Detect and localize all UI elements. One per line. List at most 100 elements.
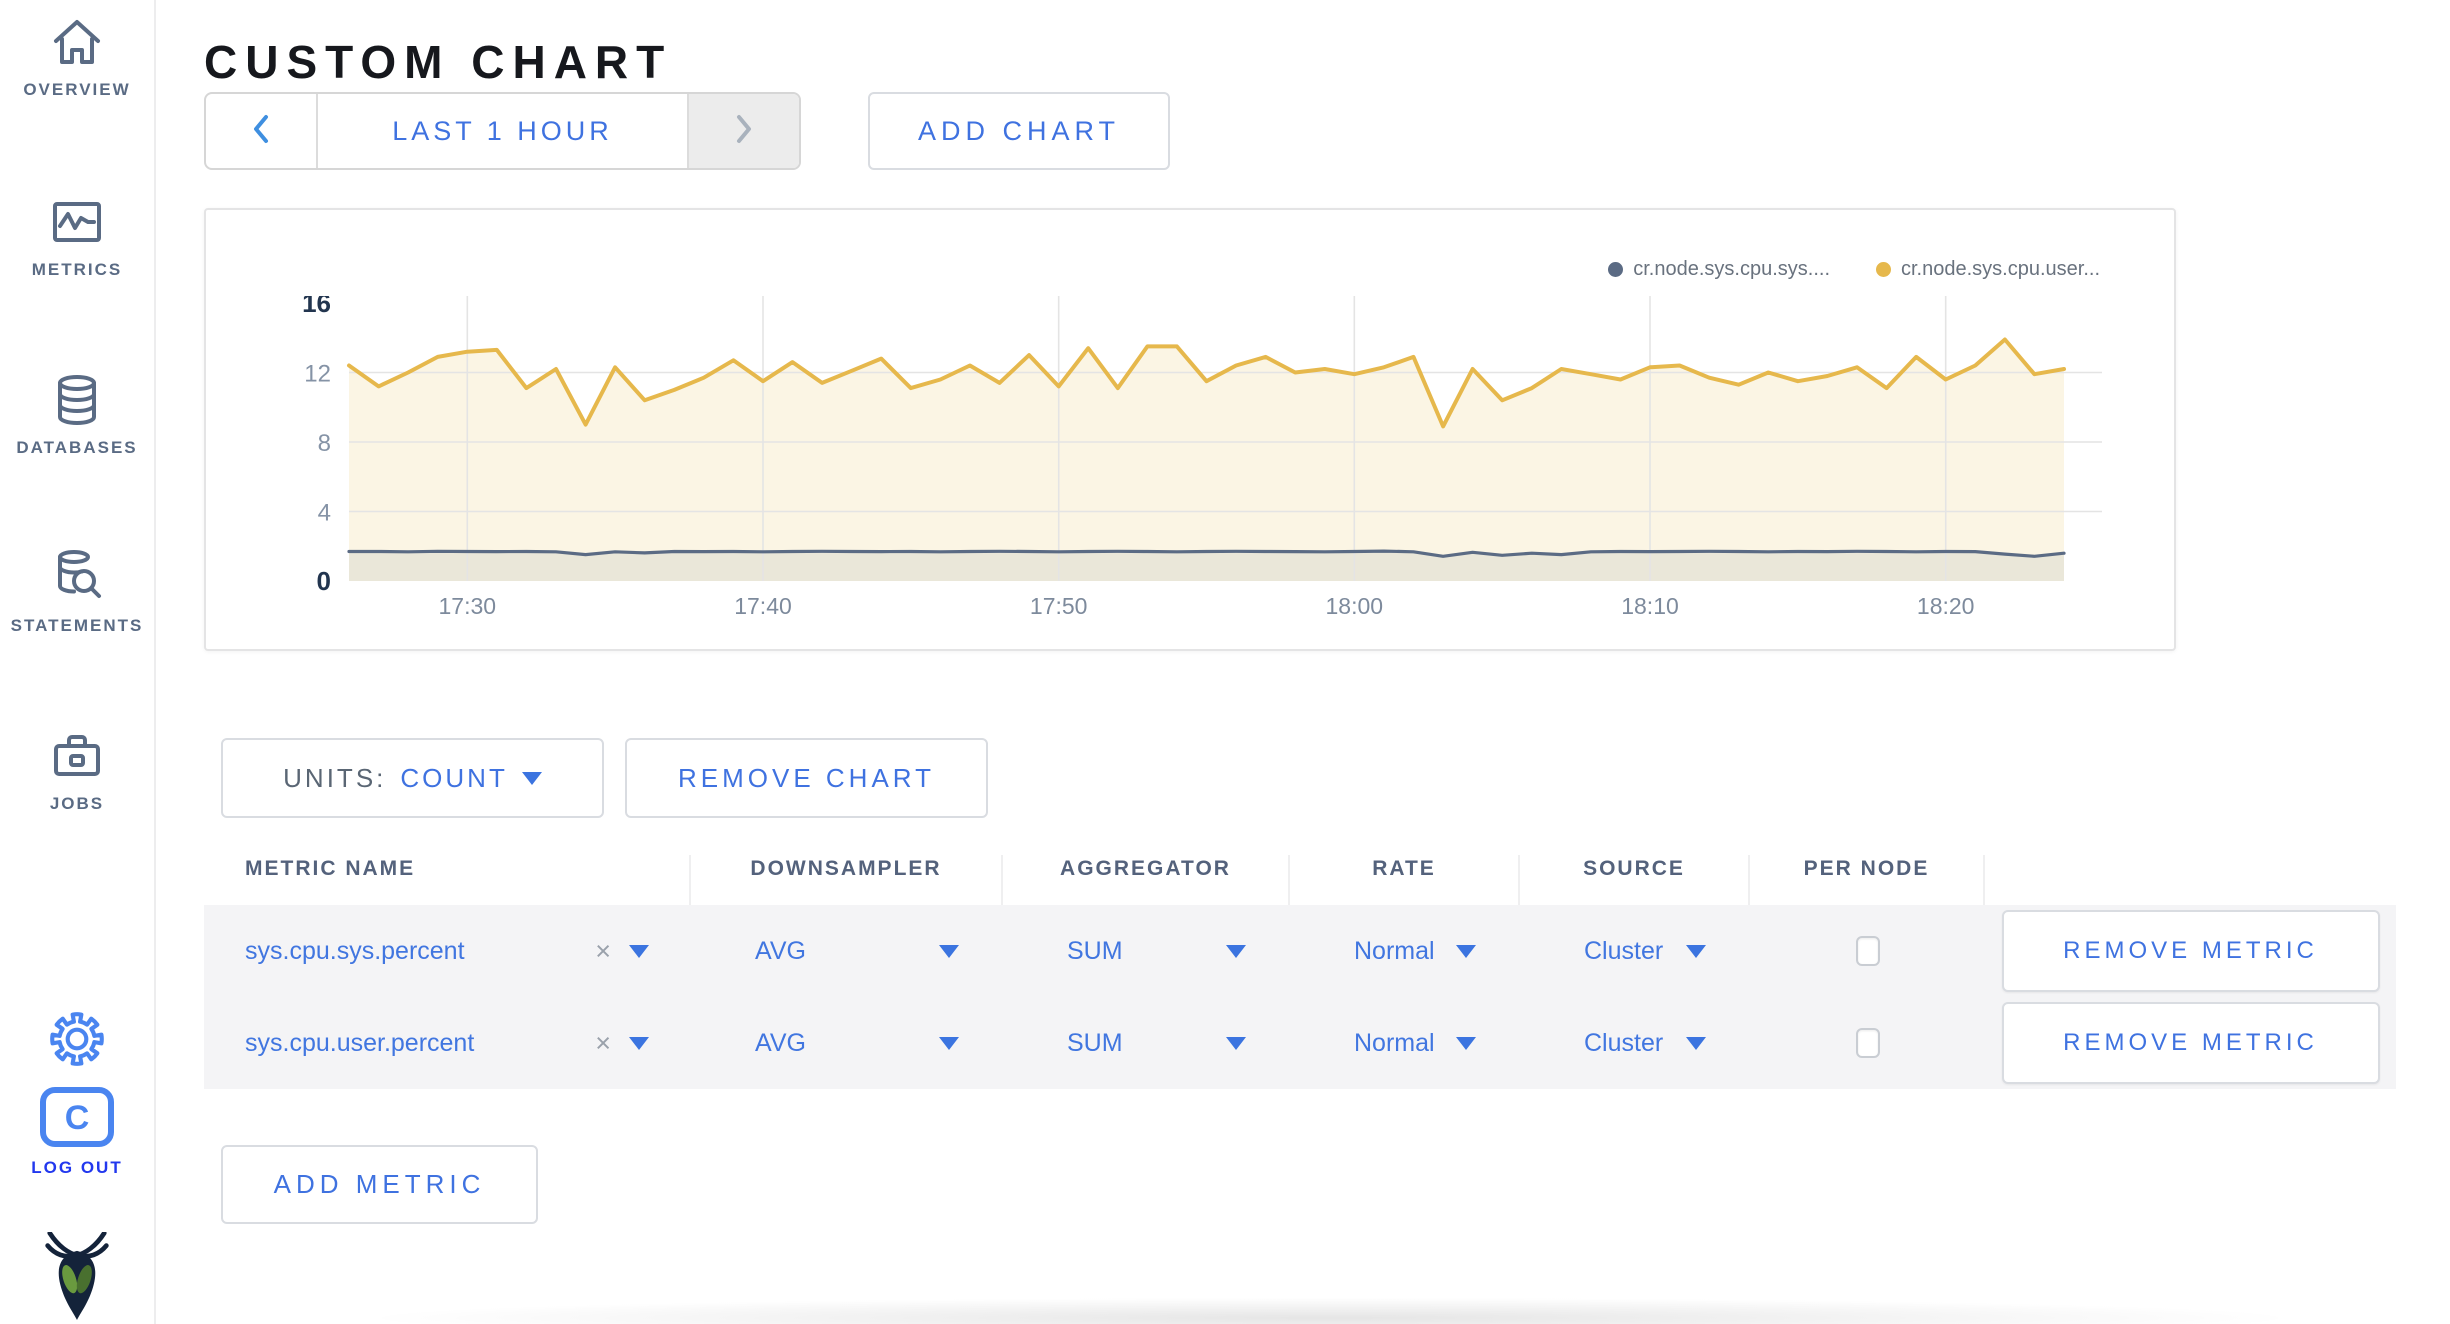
column-header-actions [1985, 855, 2396, 905]
clear-metric-icon[interactable]: × [595, 1028, 611, 1059]
sidebar-item-databases[interactable]: DATABASES [0, 372, 154, 458]
time-range-next-button[interactable] [687, 94, 799, 168]
rate-value: Normal [1354, 936, 1435, 965]
remove-metric-button[interactable]: REMOVE METRIC [2001, 910, 2380, 992]
remove-chart-button[interactable]: REMOVE CHART [625, 738, 988, 818]
cockroach-c-icon: C [39, 1086, 115, 1148]
sidebar-item-label: DATABASES [16, 438, 138, 457]
remove-metric-button[interactable]: REMOVE METRIC [2001, 1002, 2380, 1084]
aggregator-value: SUM [1067, 936, 1123, 965]
source-dropdown[interactable]: Cluster [1520, 1029, 1750, 1058]
database-icon [48, 372, 106, 428]
chevron-down-icon [939, 944, 959, 958]
downsampler-dropdown[interactable]: AVG [691, 937, 1003, 966]
legend-label: cr.node.sys.cpu.user... [1901, 258, 2100, 280]
actions-cell: REMOVE METRIC [1985, 1002, 2396, 1084]
home-icon [48, 14, 106, 70]
custom-chart-canvas[interactable]: 0 4 8 12 16 17:30 17:40 17:50 18:00 18:10 18:20 [289, 296, 2102, 626]
chevron-left-icon [250, 113, 272, 150]
legend-dot-user [1876, 262, 1891, 277]
logout-label: LOG OUT [31, 1158, 123, 1177]
downsampler-dropdown[interactable]: AVG [691, 1029, 1003, 1058]
aggregator-dropdown[interactable]: SUM [1003, 1029, 1290, 1058]
metrics-table-header: METRIC NAME DOWNSAMPLER AGGREGATOR RATE … [204, 855, 2396, 905]
column-header-per-node: PER NODE [1750, 855, 1985, 905]
statements-search-icon [48, 548, 106, 606]
gear-icon [46, 1008, 108, 1070]
sidebar-item-label: OVERVIEW [23, 80, 131, 99]
sidebar-item-label: STATEMENTS [10, 616, 144, 635]
legend-item-sys[interactable]: cr.node.sys.cpu.sys.... [1608, 258, 1830, 281]
actions-cell: REMOVE METRIC [1985, 910, 2396, 992]
per-node-cell [1750, 1028, 1985, 1058]
chevron-down-icon [1226, 1036, 1246, 1050]
source-value: Cluster [1584, 936, 1664, 965]
column-header-source: SOURCE [1520, 855, 1750, 905]
chevron-down-icon [629, 1036, 649, 1050]
source-dropdown[interactable]: Cluster [1520, 937, 1750, 966]
svg-text:18:20: 18:20 [1917, 593, 1975, 619]
table-row: sys.cpu.user.percent × AVG SUM Normal Cl… [204, 997, 2396, 1089]
units-dropdown[interactable]: UNITS: COUNT [221, 738, 604, 818]
metrics-table-body: sys.cpu.sys.percent × AVG SUM Normal Clu… [204, 905, 2396, 1089]
sidebar-item-jobs[interactable]: JOBS [0, 728, 154, 814]
metric-dropdown[interactable]: × [595, 936, 649, 967]
column-header-rate: RATE [1290, 855, 1520, 905]
chevron-down-icon [939, 1036, 959, 1050]
chart-legend: cr.node.sys.cpu.sys.... cr.node.sys.cpu.… [1608, 258, 2100, 281]
scroll-shadow [380, 1298, 2280, 1324]
aggregator-dropdown[interactable]: SUM [1003, 937, 1290, 966]
clear-metric-icon[interactable]: × [595, 936, 611, 967]
metric-dropdown[interactable]: × [595, 1028, 649, 1059]
chevron-down-icon [521, 771, 542, 785]
per-node-checkbox[interactable] [1855, 1028, 1880, 1058]
chart-card: cr.node.sys.cpu.sys.... cr.node.sys.cpu.… [204, 208, 2176, 651]
table-row: sys.cpu.sys.percent × AVG SUM Normal Clu… [204, 905, 2396, 997]
chevron-right-icon [733, 113, 755, 150]
svg-text:18:00: 18:00 [1326, 593, 1384, 619]
metrics-chart-icon [48, 194, 106, 250]
aggregator-value: SUM [1067, 1028, 1123, 1057]
per-node-checkbox[interactable] [1855, 936, 1880, 966]
metric-name-cell: sys.cpu.user.percent × [204, 1028, 691, 1059]
cockroach-bug-icon [44, 1232, 110, 1320]
time-range-value[interactable]: LAST 1 HOUR [318, 94, 687, 168]
rate-dropdown[interactable]: Normal [1290, 937, 1520, 966]
metric-name-value[interactable]: sys.cpu.sys.percent [245, 937, 465, 966]
metric-name-value[interactable]: sys.cpu.user.percent [245, 1029, 474, 1058]
sidebar-item-settings[interactable] [0, 1008, 154, 1070]
chevron-down-icon [629, 944, 649, 958]
svg-text:17:40: 17:40 [734, 593, 792, 619]
time-range-prev-button[interactable] [206, 94, 318, 168]
sidebar-item-label: JOBS [49, 794, 105, 813]
sidebar-item-statements[interactable]: STATEMENTS [0, 548, 154, 636]
chevron-down-icon [1456, 944, 1476, 958]
chevron-down-icon [1456, 1036, 1476, 1050]
svg-text:17:50: 17:50 [1030, 593, 1088, 619]
sidebar: OVERVIEW METRICS DATABASES STATEMENTS JO… [0, 0, 156, 1324]
sidebar-item-metrics[interactable]: METRICS [0, 194, 154, 280]
sidebar-item-logout[interactable]: C LOG OUT [0, 1086, 154, 1178]
units-label: UNITS: [283, 762, 387, 793]
svg-text:12: 12 [304, 361, 331, 388]
time-range-selector: LAST 1 HOUR [204, 92, 801, 170]
custom-chart-page: OVERVIEW METRICS DATABASES STATEMENTS JO… [0, 0, 2450, 1324]
units-value: COUNT [400, 762, 508, 793]
metric-name-cell: sys.cpu.sys.percent × [204, 936, 691, 967]
svg-text:16: 16 [302, 296, 331, 318]
downsampler-value: AVG [755, 1028, 806, 1057]
rate-dropdown[interactable]: Normal [1290, 1029, 1520, 1058]
rate-value: Normal [1354, 1028, 1435, 1057]
add-metric-button[interactable]: ADD METRIC [221, 1145, 538, 1224]
sidebar-item-label: METRICS [31, 260, 123, 279]
chevron-down-icon [1686, 944, 1706, 958]
chevron-down-icon [1226, 944, 1246, 958]
add-chart-button[interactable]: ADD CHART [868, 92, 1170, 170]
legend-item-user[interactable]: cr.node.sys.cpu.user... [1876, 258, 2100, 281]
sidebar-item-overview[interactable]: OVERVIEW [0, 14, 154, 100]
svg-text:4: 4 [318, 500, 331, 527]
legend-dot-sys [1608, 262, 1624, 277]
legend-label: cr.node.sys.cpu.sys.... [1633, 258, 1830, 280]
column-header-aggregator: AGGREGATOR [1003, 855, 1290, 905]
per-node-cell [1750, 936, 1985, 966]
